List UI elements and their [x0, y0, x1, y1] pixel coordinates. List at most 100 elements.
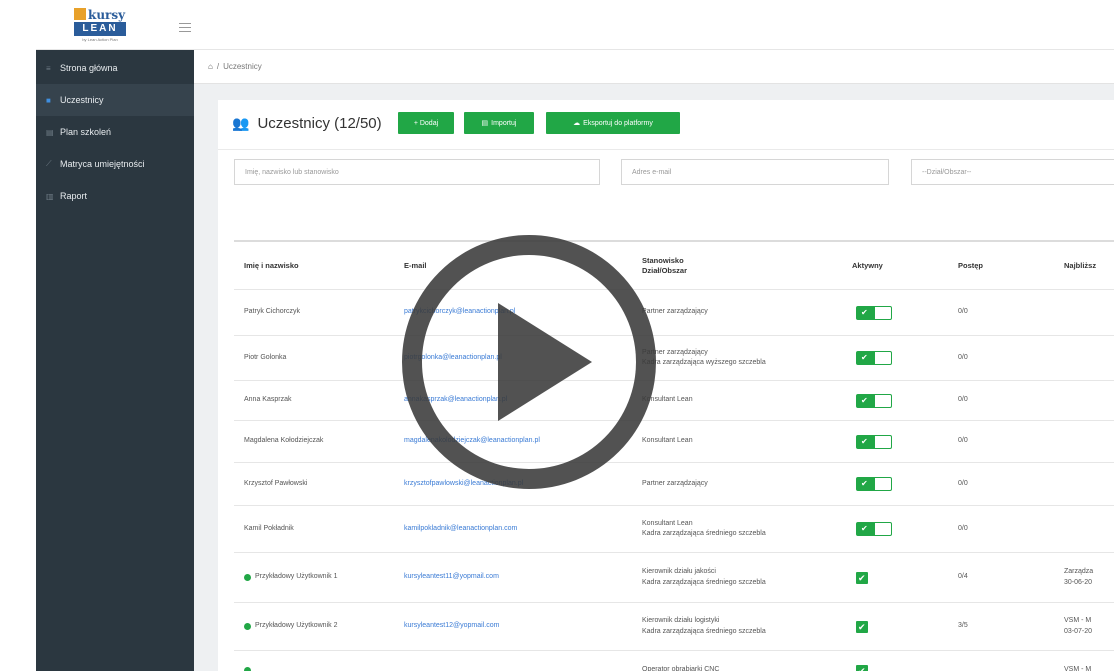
table-row[interactable]: Patryk Cichorczyk patrykcichorczyk@leanac…: [234, 289, 1114, 335]
nearest-training: [1064, 381, 1114, 420]
sidebar-item-participants[interactable]: ■ Uczestnicy: [36, 84, 194, 116]
progress-value: 0/4: [958, 573, 968, 581]
participant-email[interactable]: kursyleantest11@yopmail.com: [404, 553, 499, 602]
progress-value: 0/0: [958, 308, 968, 316]
participant-name: Piotr Golonka: [244, 336, 286, 380]
participants-card: 👥 Uczestnicy (12/50) + Dodaj ▤ Importuj …: [218, 100, 1114, 671]
nearest-wrap: Zarządza 30-06-20: [1064, 567, 1093, 588]
users-icon: ■: [46, 95, 51, 105]
sidebar-item-label: Strona główna: [60, 63, 118, 73]
progress-value: 0/0: [958, 437, 968, 445]
nearest-training: [1064, 336, 1114, 380]
table-row[interactable]: Operator obrabiarki CNC ✔ VSM - M: [234, 650, 1114, 671]
check-icon: ✔: [861, 436, 868, 446]
active-cell: ✔: [856, 603, 868, 650]
department-name: Kadra zarządzająca średniego szczebla: [642, 627, 766, 635]
check-icon: ✔: [861, 479, 868, 488]
position-title: Kierownik działu logistyki: [642, 617, 720, 624]
participant-email[interactable]: kamilpokladnik@leanactionplan.com: [404, 506, 517, 552]
active-toggle[interactable]: ✔: [856, 393, 892, 408]
position-title: Konsultant Lean: [642, 519, 693, 527]
video-play-icon[interactable]: [394, 227, 664, 497]
import-button[interactable]: ▤ Importuj: [464, 112, 534, 134]
participant-name-text: Piotr Golonka: [244, 353, 287, 361]
department-name: Kadra zarządzająca średniego szczebla: [642, 578, 766, 586]
logo-subtitle: by Lean Action Plan: [82, 37, 118, 42]
nearest-training: VSM - M: [1064, 651, 1114, 671]
breadcrumb-current: Uczestnicy: [223, 62, 262, 71]
sidebar-item-label: Raport: [60, 191, 88, 201]
participant-name-text: Magdalena Kołodziejczak: [244, 437, 324, 445]
column-header-name[interactable]: Imię i nazwisko: [244, 243, 299, 289]
logo-word-main: LEAN: [74, 22, 126, 36]
progress-value: 3/5: [958, 622, 968, 630]
progress-value: 0/0: [958, 479, 968, 487]
participant-name-text: Przykładowy Użytkownik 2: [255, 622, 338, 630]
sidebar-item-home[interactable]: ≡ Strona główna: [36, 52, 194, 84]
active-toggle[interactable]: ✔: [856, 477, 892, 491]
sidebar-item-skills-matrix[interactable]: ⟋ Matryca umiejętności: [36, 148, 194, 180]
active-cell: ✔: [856, 336, 892, 380]
left-edge-strip: [0, 0, 36, 671]
table-row[interactable]: Przykładowy Użytkownik 2 kursyleantest12@…: [234, 602, 1114, 650]
participant-name: Magdalena Kołodziejczak: [244, 421, 323, 462]
participant-name-text: Anna Kasprzak: [244, 396, 292, 404]
active-checkbox[interactable]: ✔: [856, 664, 868, 671]
participant-email[interactable]: kursyleantest12@yopmail.com: [404, 603, 499, 650]
column-header-active[interactable]: Aktywny: [852, 243, 883, 289]
active-cell: ✔: [856, 290, 892, 335]
column-header-nearest[interactable]: Najbliższ: [1064, 243, 1096, 289]
page-title: 👥 Uczestnicy (12/50): [232, 115, 382, 132]
participant-name-text: Przykładowy Użytkownik 1: [255, 573, 338, 581]
sidebar-item-training-plan[interactable]: ▤ Plan szkoleń: [36, 116, 194, 148]
active-toggle[interactable]: ✔: [856, 351, 892, 365]
active-checkbox[interactable]: ✔: [856, 620, 868, 633]
table-row[interactable]: Magdalena Kołodziejczak magdalenakolodzie…: [234, 420, 1114, 462]
page-title-text: Uczestnicy (12/50): [257, 115, 382, 132]
nearest-training-name: Zarządza: [1064, 568, 1094, 575]
top-bar: kursy LEAN by Lean Action Plan: [36, 0, 1114, 50]
table-row[interactable]: Kamil Pokładnik kamilpokladnik@leanaction…: [234, 505, 1114, 552]
participant-position: Operator obrabiarki CNC: [642, 651, 719, 671]
table-row[interactable]: Krzysztof Pawłowski krzysztofpawlowski@le…: [234, 462, 1114, 505]
hamburger-menu-icon[interactable]: [179, 23, 191, 32]
nearest-training-date: 30-06-20: [1064, 578, 1093, 586]
chart-icon: ⟋: [46, 159, 52, 168]
sidebar-item-label: Uczestnicy: [60, 95, 104, 105]
nearest-training: [1064, 290, 1114, 335]
add-button[interactable]: + Dodaj: [398, 112, 454, 134]
department-select[interactable]: --Dział/Obszar--: [911, 159, 1114, 185]
progress-value: 0/0: [958, 524, 968, 532]
position-wrap: Konsultant Lean Kadra zarządzająca średni…: [642, 519, 766, 540]
check-icon: ✔: [861, 307, 868, 317]
column-header-progress[interactable]: Postęp: [958, 243, 983, 289]
export-button[interactable]: ☁ Eksportuj do platformy: [546, 112, 680, 134]
nearest-training: [1064, 421, 1114, 462]
status-dot-icon: [244, 574, 251, 581]
nearest-wrap: VSM - M: [1064, 665, 1091, 671]
active-toggle[interactable]: ✔: [856, 305, 892, 320]
logo[interactable]: kursy LEAN by Lean Action Plan: [74, 8, 126, 44]
export-button-label: Eksportuj do platformy: [583, 119, 653, 127]
check-icon: ✔: [858, 621, 866, 632]
export-icon: ☁: [573, 120, 581, 127]
participant-name: Patryk Cichorczyk: [244, 290, 300, 335]
active-checkbox[interactable]: ✔: [856, 571, 868, 584]
home-icon[interactable]: ⌂: [208, 62, 213, 71]
email-search-input[interactable]: Adres e-mail: [621, 159, 889, 185]
participant-name-text: Kamil Pokładnik: [244, 524, 294, 532]
active-cell: ✔: [856, 421, 892, 462]
table-row[interactable]: Anna Kasprzak annakasprzak@leanactionplan…: [234, 380, 1114, 420]
status-dot-icon: [244, 623, 251, 630]
participant-name: Przykładowy Użytkownik 2: [244, 603, 337, 650]
active-toggle[interactable]: ✔: [856, 522, 892, 536]
active-cell: ✔: [856, 463, 892, 505]
nearest-training-date: 03-07-20: [1064, 627, 1093, 635]
table-row[interactable]: Przykładowy Użytkownik 1 kursyleantest11@…: [234, 552, 1114, 602]
sidebar-item-report[interactable]: ▥ Raport: [36, 180, 194, 212]
table-row[interactable]: Piotr Golonka piotrgolonka@leanactionplan…: [234, 335, 1114, 380]
name-search-input[interactable]: Imię, nazwisko lub stanowisko: [234, 159, 600, 185]
check-icon: ✔: [861, 353, 868, 362]
active-toggle[interactable]: ✔: [856, 434, 892, 449]
logo-word-top: kursy: [88, 8, 126, 22]
